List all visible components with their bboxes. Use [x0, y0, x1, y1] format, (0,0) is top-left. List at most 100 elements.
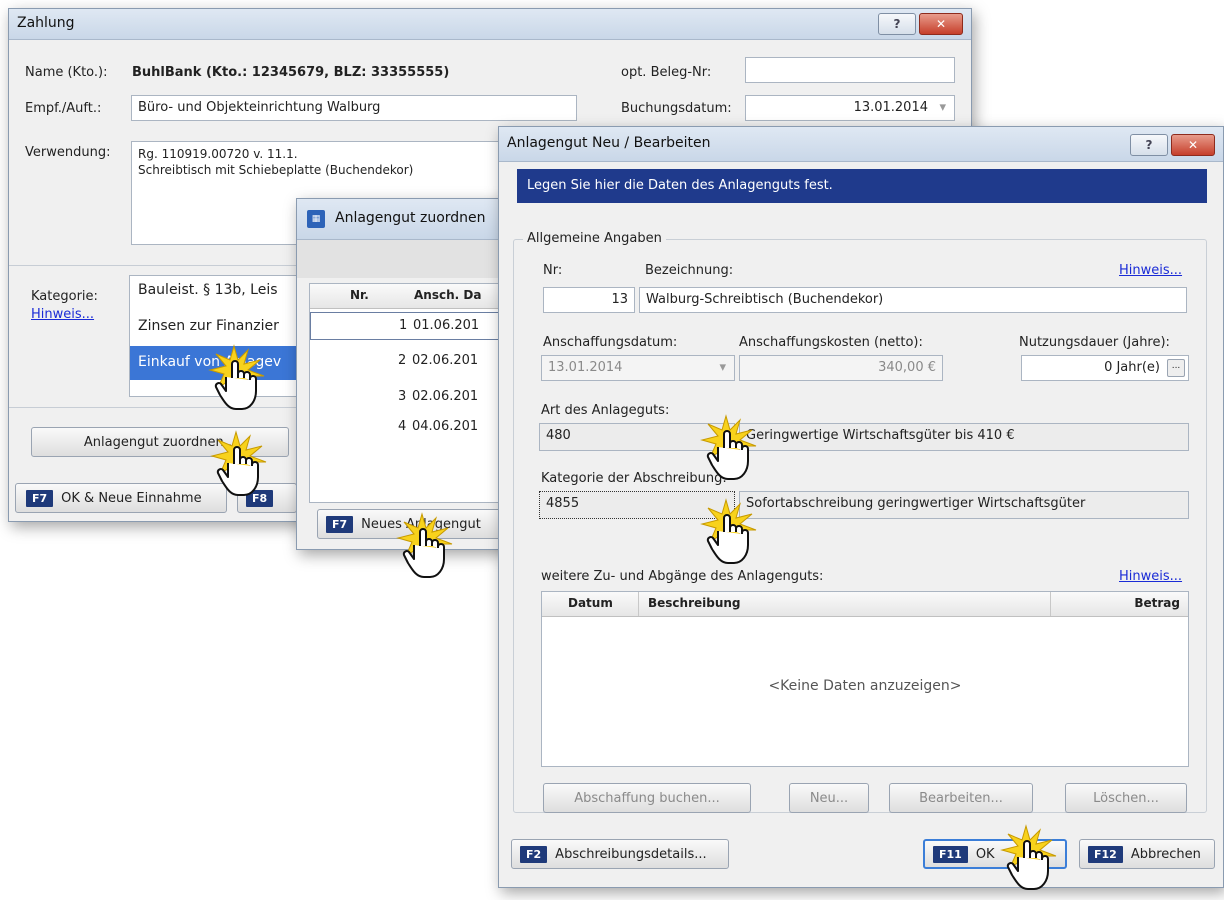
table-header: Nr. Ansch. Da [310, 284, 517, 309]
col-datum[interactable]: Datum [568, 596, 613, 610]
f2-key: F2 [520, 845, 548, 863]
ellipsis-button[interactable]: ... [1167, 359, 1185, 377]
cell-date: 02.06.201 [412, 389, 479, 404]
abschreibungsdetails-button[interactable]: F2 Abschreibungsdetails... [511, 839, 729, 869]
cell-nr: 2 [398, 353, 407, 368]
movements-table: Datum Beschreibung Betrag <Keine Daten a… [541, 591, 1189, 767]
anlagengut-window: Anlagengut Neu / Bearbeiten ? ✕ Legen Si… [498, 126, 1224, 888]
cell-nr: 1 [399, 318, 408, 333]
category-item[interactable]: Bauleist. § 13b, Leis [138, 282, 278, 298]
chevron-down-icon[interactable]: ▾ [939, 100, 946, 115]
f12-key: F12 [1088, 845, 1123, 863]
column-divider [1050, 592, 1051, 616]
nutzung-label: Nutzungsdauer (Jahre): [1019, 335, 1170, 350]
f7-label: OK & Neue Einnahme [61, 490, 202, 506]
table-row[interactable]: 2 02.06.201 [310, 348, 517, 376]
f8-key: F8 [246, 489, 274, 507]
bez-label: Bezeichnung: [645, 263, 734, 278]
category-item-selected[interactable]: Einkauf von Anlagev [130, 346, 308, 380]
app-icon: ▦ [307, 210, 325, 228]
empf-input[interactable]: Büro- und Objekteinrichtung Walburg [131, 95, 577, 121]
cell-nr: 3 [398, 389, 407, 404]
f12-label: Abbrechen [1130, 846, 1201, 862]
kat-desc-field: Sofortabschreibung geringwertiger Wirtsc… [739, 491, 1189, 519]
beleg-label: opt. Beleg-Nr: [621, 65, 712, 80]
anschaffungsdatum-value: 13.01.2014 [548, 360, 623, 375]
empty-message: <Keine Daten anzuzeigen> [768, 678, 962, 694]
asset-table: Nr. Ansch. Da 1 01.06.201 2 02.06.201 3 … [309, 283, 517, 503]
name-value: BuhlBank (Kto.: 12345679, BLZ: 33355555) [132, 65, 450, 80]
zuordnen-toolbar [297, 240, 517, 278]
nutzung-input[interactable]: 0 Jahr(e) ... [1021, 355, 1189, 381]
art-code-input[interactable]: 480 [539, 423, 735, 451]
col-betrag[interactable]: Betrag [1134, 596, 1180, 610]
close-button[interactable]: ✕ [919, 13, 963, 35]
buchung-value: 13.01.2014 [853, 100, 928, 115]
category-item-label: Einkauf von Anlagev [138, 354, 282, 370]
anschaffungsdatum-label: Anschaffungsdatum: [543, 335, 678, 350]
bearbeiten-button[interactable]: Bearbeiten... [889, 783, 1033, 813]
zuordnen-title: Anlagengut zuordnen [335, 210, 486, 226]
f7-key: F7 [326, 515, 354, 533]
zahlung-title: Zahlung [17, 15, 75, 31]
beleg-input[interactable] [745, 57, 955, 83]
new-asset-button[interactable]: F7 Neues Anlagengut [317, 509, 517, 539]
abbrechen-button[interactable]: F12 Abbrechen [1079, 839, 1215, 869]
buchung-input[interactable]: 13.01.2014 ▾ [745, 95, 955, 121]
column-divider [638, 592, 639, 616]
table-row[interactable]: 4 04.06.201 [310, 414, 517, 442]
f7-key: F7 [26, 489, 54, 507]
anschaffungsdatum-input[interactable]: 13.01.2014 ▾ [541, 355, 735, 381]
ok-button[interactable]: F11 OK [923, 839, 1067, 869]
bezeichnung-input[interactable]: Walburg-Schreibtisch (Buchendekor) [639, 287, 1187, 313]
table-header: Datum Beschreibung Betrag [542, 592, 1188, 617]
f7-label: Neues Anlagengut [361, 516, 481, 532]
loeschen-button[interactable]: Löschen... [1065, 783, 1187, 813]
category-item[interactable]: Zinsen zur Finanzier [138, 318, 279, 334]
col-nr[interactable]: Nr. [350, 288, 369, 302]
col-date[interactable]: Ansch. Da [414, 288, 481, 302]
nutzung-value: 0 Jahr(e) [1104, 360, 1160, 375]
verwendung-label: Verwendung: [25, 145, 111, 160]
col-beschreibung[interactable]: Beschreibung [648, 596, 741, 610]
table-row[interactable]: 3 02.06.201 [310, 384, 517, 412]
hinweis-link[interactable]: Hinweis... [1119, 569, 1182, 584]
help-button[interactable]: ? [1130, 134, 1168, 156]
close-button[interactable]: ✕ [1171, 134, 1215, 156]
cell-nr: 4 [398, 419, 407, 434]
category-list[interactable]: Bauleist. § 13b, Leis Zinsen zur Finanzi… [129, 275, 309, 397]
assign-asset-button[interactable]: Anlagengut zuordnen... [31, 427, 289, 457]
chevron-down-icon[interactable]: ▾ [719, 360, 726, 375]
anlagengut-title: Anlagengut Neu / Bearbeiten [507, 135, 711, 151]
anlagengut-titlebar[interactable]: Anlagengut Neu / Bearbeiten ? ✕ [499, 127, 1223, 162]
nr-input[interactable]: 13 [543, 287, 635, 313]
zahlung-titlebar[interactable]: Zahlung ? ✕ [9, 9, 971, 40]
cell-date: 02.06.201 [412, 353, 479, 368]
hinweis-link[interactable]: Hinweis... [1119, 263, 1182, 278]
group-title: Allgemeine Angaben [523, 231, 666, 246]
ok-new-income-button[interactable]: F7 OK & Neue Einnahme [15, 483, 227, 513]
hinweis-link[interactable]: Hinweis... [31, 307, 94, 322]
f2-label: Abschreibungsdetails... [555, 846, 707, 862]
help-button[interactable]: ? [878, 13, 916, 35]
zuordnen-titlebar[interactable]: ▦ Anlagengut zuordnen [297, 199, 517, 240]
zuordnen-window: ▦ Anlagengut zuordnen Nr. Ansch. Da 1 01… [296, 198, 518, 550]
neu-button[interactable]: Neu... [789, 783, 869, 813]
buchung-label: Buchungsdatum: [621, 101, 732, 116]
art-label: Art des Anlageguts: [541, 403, 670, 418]
f11-key: F11 [933, 845, 968, 863]
info-banner: Legen Sie hier die Daten des Anlagenguts… [517, 169, 1207, 203]
kat-code-input[interactable]: 4855 [539, 491, 735, 519]
table-row[interactable]: 1 01.06.201 [310, 312, 517, 340]
kosten-input[interactable]: 340,00 € [739, 355, 943, 381]
kat-label: Kategorie der Abschreibung: [541, 471, 727, 486]
kosten-label: Anschaffungskosten (netto): [739, 335, 923, 350]
banner-text: Legen Sie hier die Daten des Anlagenguts… [527, 178, 833, 193]
kategorie-label: Kategorie: [31, 289, 98, 304]
f8-button[interactable]: F8 [237, 483, 297, 513]
art-desc-field: Geringwertige Wirtschaftsgüter bis 410 € [739, 423, 1189, 451]
cell-date: 01.06.201 [413, 318, 480, 333]
weitere-label: weitere Zu- und Abgänge des Anlagenguts: [541, 569, 824, 584]
f11-label: OK [975, 846, 995, 862]
abschaffung-button[interactable]: Abschaffung buchen... [543, 783, 751, 813]
